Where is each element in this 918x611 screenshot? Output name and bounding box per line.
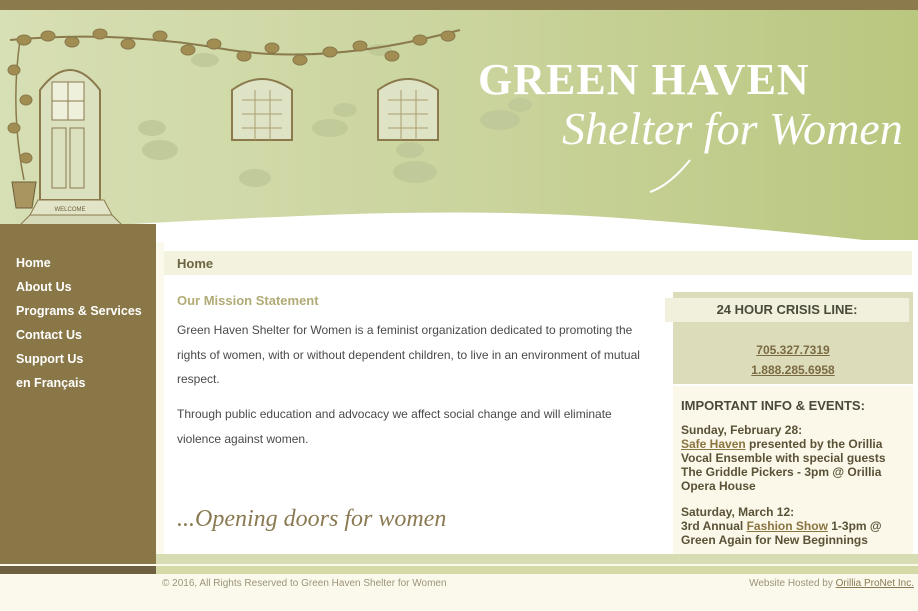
site-subtitle: Shelter for Women [562,103,903,154]
bottom-bar-secondary [0,566,918,574]
event-prefix: 3rd Annual [681,519,747,533]
nav-item-home: Home [16,254,142,278]
nav-link-programs[interactable]: Programs & Services [16,304,142,318]
nav-link-about[interactable]: About Us [16,280,72,294]
bottom-bar-secondary-left [0,566,156,574]
event-date: Saturday, March 12: [681,505,795,519]
crisis-line-title: 24 HOUR CRISIS LINE: [665,298,909,322]
bottom-bar [0,554,918,564]
event-link-fashion-show[interactable]: Fashion Show [747,519,828,533]
event-item: Sunday, February 28: Safe Haven presente… [681,423,896,493]
crisis-phone-tollfree[interactable]: 1.888.285.6958 [673,363,913,377]
nav-link-contact[interactable]: Contact Us [16,328,82,342]
nav-link-home[interactable]: Home [16,256,51,270]
breadcrumb: Home [164,251,912,275]
footer-host-link[interactable]: Orillia ProNet Inc. [836,578,914,589]
nav-item-french: en Français [16,374,142,398]
tagline: ...Opening doors for women [177,506,447,532]
breadcrumb-label: Home [177,256,214,271]
event-item: Saturday, March 12: 3rd Annual Fashion S… [681,505,896,547]
site-header: WELCOME GREEN HAVEN Shelter for Women [0,10,918,242]
mission-title: Our Mission Statement [177,293,319,308]
event-date: Sunday, February 28: [681,423,803,437]
mission-paragraph: Green Haven Shelter for Women is a femin… [177,323,640,386]
svg-text:WELCOME: WELCOME [54,207,85,213]
nav-item-contact: Contact Us [16,326,142,350]
crisis-phone-local[interactable]: 705.327.7319 [673,343,913,357]
event-link-safe-haven[interactable]: Safe Haven [681,437,746,451]
events-box: IMPORTANT INFO & EVENTS: Sunday, Februar… [673,386,913,554]
advocacy-paragraph: Through public education and advocacy we… [177,407,612,446]
sidebar: Home About Us Programs & Services Contac… [0,224,156,554]
nav-link-french[interactable]: en Français [16,376,85,390]
footer-copyright: © 2016, All Rights Reserved to Green Hav… [162,578,447,589]
nav-item-about: About Us [16,278,142,302]
nav-item-programs: Programs & Services [16,302,142,326]
site-title: GREEN HAVEN [478,55,810,104]
nav-item-support: Support Us [16,350,142,374]
door-illustration: WELCOME [11,69,124,226]
footer-hosting: Website Hosted by Orillia ProNet Inc. [749,578,914,589]
nav-link-support[interactable]: Support Us [16,352,83,366]
events-title: IMPORTANT INFO & EVENTS: [681,398,865,413]
crisis-line-box: 24 HOUR CRISIS LINE: 705.327.7319 1.888.… [665,292,913,384]
top-bar [0,0,918,10]
footer-hosted-prefix: Website Hosted by [749,578,836,589]
bottom-bar-left [0,554,156,564]
sidebar-nav: Home About Us Programs & Services Contac… [16,254,142,398]
